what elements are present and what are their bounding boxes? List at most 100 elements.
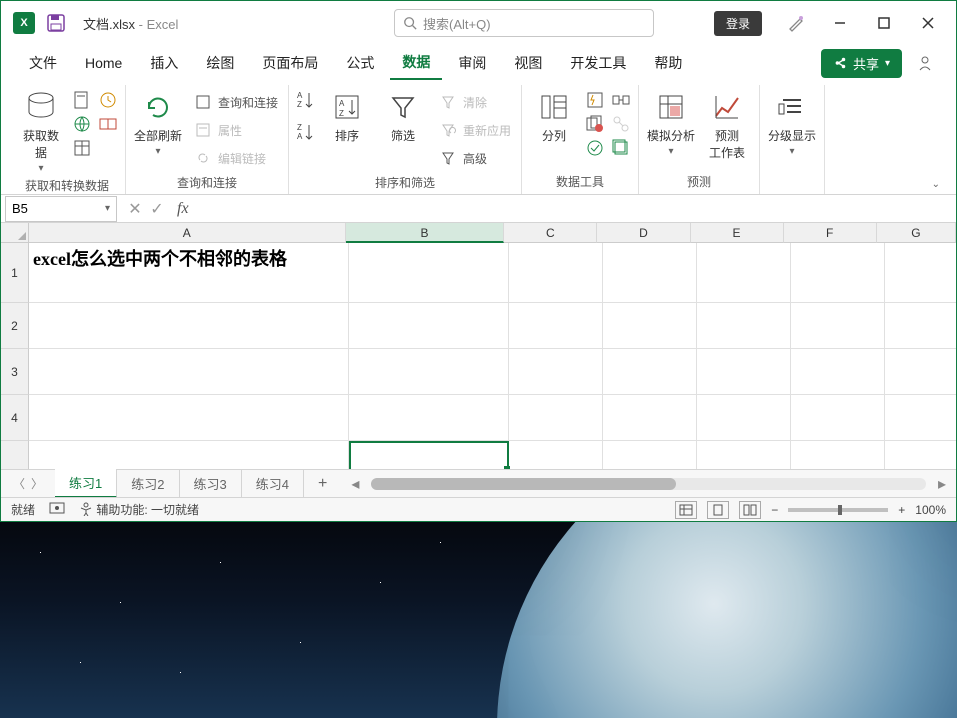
cell[interactable] — [791, 395, 885, 441]
row-header[interactable] — [1, 441, 29, 469]
cell[interactable] — [349, 243, 509, 303]
cell[interactable] — [885, 441, 956, 469]
zoom-in-icon[interactable]: + — [898, 503, 905, 517]
page-break-view-icon[interactable] — [739, 501, 761, 519]
row-header[interactable]: 3 — [1, 349, 29, 395]
name-box[interactable]: B5▾ — [5, 196, 117, 222]
fx-icon[interactable]: fx — [171, 200, 195, 218]
cell[interactable] — [791, 303, 885, 349]
spreadsheet-grid[interactable]: A B C D E F G 1 2 3 4 excel怎么选中两个不相邻的表格 — [1, 223, 956, 469]
tab-file[interactable]: 文件 — [17, 47, 69, 79]
formula-input[interactable] — [195, 201, 956, 216]
zoom-out-icon[interactable]: − — [771, 503, 778, 517]
relationships-icon[interactable] — [610, 113, 632, 135]
cell[interactable] — [509, 395, 603, 441]
filter-button[interactable]: 筛选 — [377, 89, 429, 144]
cell[interactable] — [697, 349, 791, 395]
horizontal-scrollbar[interactable]: ◂ ▸ — [341, 474, 956, 494]
tab-insert[interactable]: 插入 — [138, 47, 190, 79]
close-icon[interactable] — [908, 3, 948, 43]
cell[interactable] — [697, 395, 791, 441]
cell[interactable] — [509, 349, 603, 395]
what-if-button[interactable]: 模拟分析▾ — [645, 89, 697, 157]
page-layout-view-icon[interactable] — [707, 501, 729, 519]
tab-data[interactable]: 数据 — [390, 46, 442, 80]
cell[interactable] — [29, 395, 349, 441]
existing-connections-icon[interactable] — [97, 113, 119, 135]
outline-button[interactable]: 分级显示▾ — [766, 89, 818, 157]
flash-fill-icon[interactable] — [584, 89, 606, 111]
cell[interactable] — [349, 395, 509, 441]
consolidate-icon[interactable] — [610, 89, 632, 111]
cell[interactable] — [791, 441, 885, 469]
sort-desc-icon[interactable]: ZA — [295, 121, 317, 143]
column-header[interactable]: C — [504, 223, 597, 243]
cell[interactable] — [509, 441, 603, 469]
cell[interactable] — [349, 303, 509, 349]
edit-links-button[interactable]: 编辑链接 — [188, 145, 282, 171]
cell[interactable] — [603, 395, 697, 441]
minimize-icon[interactable] — [820, 3, 860, 43]
properties-button[interactable]: 属性 — [188, 117, 282, 143]
cell[interactable]: excel怎么选中两个不相邻的表格 — [29, 243, 349, 303]
tab-view[interactable]: 视图 — [502, 47, 554, 79]
zoom-slider[interactable] — [788, 508, 888, 512]
tab-help[interactable]: 帮助 — [642, 47, 694, 79]
sort-button[interactable]: AZ 排序 — [321, 89, 373, 144]
cell[interactable] — [349, 441, 509, 469]
cell[interactable] — [885, 303, 956, 349]
from-table-icon[interactable] — [71, 137, 93, 159]
cell[interactable] — [697, 303, 791, 349]
cell[interactable] — [509, 243, 603, 303]
sheet-tab[interactable]: 练习2 — [117, 470, 179, 497]
cell[interactable] — [791, 349, 885, 395]
cell[interactable] — [29, 349, 349, 395]
column-header[interactable]: D — [597, 223, 690, 243]
forecast-sheet-button[interactable]: 预测 工作表 — [701, 89, 753, 161]
sheet-tab[interactable]: 练习4 — [242, 470, 304, 497]
data-model-icon[interactable] — [610, 137, 632, 159]
reapply-button[interactable]: 重新应用 — [433, 117, 515, 143]
cell[interactable] — [885, 395, 956, 441]
cell[interactable] — [885, 243, 956, 303]
cell[interactable] — [29, 303, 349, 349]
queries-connections-button[interactable]: 查询和连接 — [188, 89, 282, 115]
column-header[interactable]: B — [346, 223, 505, 243]
from-web-icon[interactable] — [71, 113, 93, 135]
tab-formulas[interactable]: 公式 — [334, 47, 386, 79]
maximize-icon[interactable] — [864, 3, 904, 43]
search-input[interactable]: 搜索(Alt+Q) — [394, 9, 654, 37]
row-header[interactable]: 2 — [1, 303, 29, 349]
data-validation-icon[interactable] — [584, 137, 606, 159]
share-button[interactable]: 共享 ▾ — [821, 49, 902, 78]
from-text-icon[interactable] — [71, 89, 93, 111]
enter-formula-icon[interactable]: ✓ — [147, 199, 167, 219]
row-header[interactable]: 4 — [1, 395, 29, 441]
login-button[interactable]: 登录 — [714, 11, 762, 36]
cell[interactable] — [349, 349, 509, 395]
save-icon[interactable] — [45, 12, 67, 34]
accessibility-status[interactable]: 辅助功能: 一切就绪 — [79, 501, 199, 518]
next-sheet-icon[interactable]: 〉 — [31, 475, 43, 492]
column-header[interactable]: E — [691, 223, 784, 243]
collapse-ribbon-icon[interactable]: ⌄ — [924, 175, 948, 194]
cell[interactable] — [603, 441, 697, 469]
advanced-filter-button[interactable]: 高级 — [433, 145, 515, 171]
cell[interactable] — [603, 243, 697, 303]
recent-sources-icon[interactable] — [97, 89, 119, 111]
get-data-button[interactable]: 获取数 据▾ — [15, 89, 67, 174]
sort-asc-icon[interactable]: AZ — [295, 89, 317, 111]
remove-duplicates-icon[interactable] — [584, 113, 606, 135]
macro-record-icon[interactable] — [49, 501, 65, 518]
text-to-columns-button[interactable]: 分列 — [528, 89, 580, 144]
prev-sheet-icon[interactable]: 〈 — [13, 475, 25, 492]
tab-developer[interactable]: 开发工具 — [558, 47, 638, 79]
column-header[interactable]: F — [784, 223, 877, 243]
column-header[interactable]: A — [29, 223, 346, 243]
normal-view-icon[interactable] — [675, 501, 697, 519]
add-sheet-button[interactable]: + — [304, 471, 341, 497]
row-header[interactable]: 1 — [1, 243, 29, 303]
cell[interactable] — [697, 441, 791, 469]
pen-icon[interactable] — [776, 3, 816, 43]
cell[interactable] — [791, 243, 885, 303]
